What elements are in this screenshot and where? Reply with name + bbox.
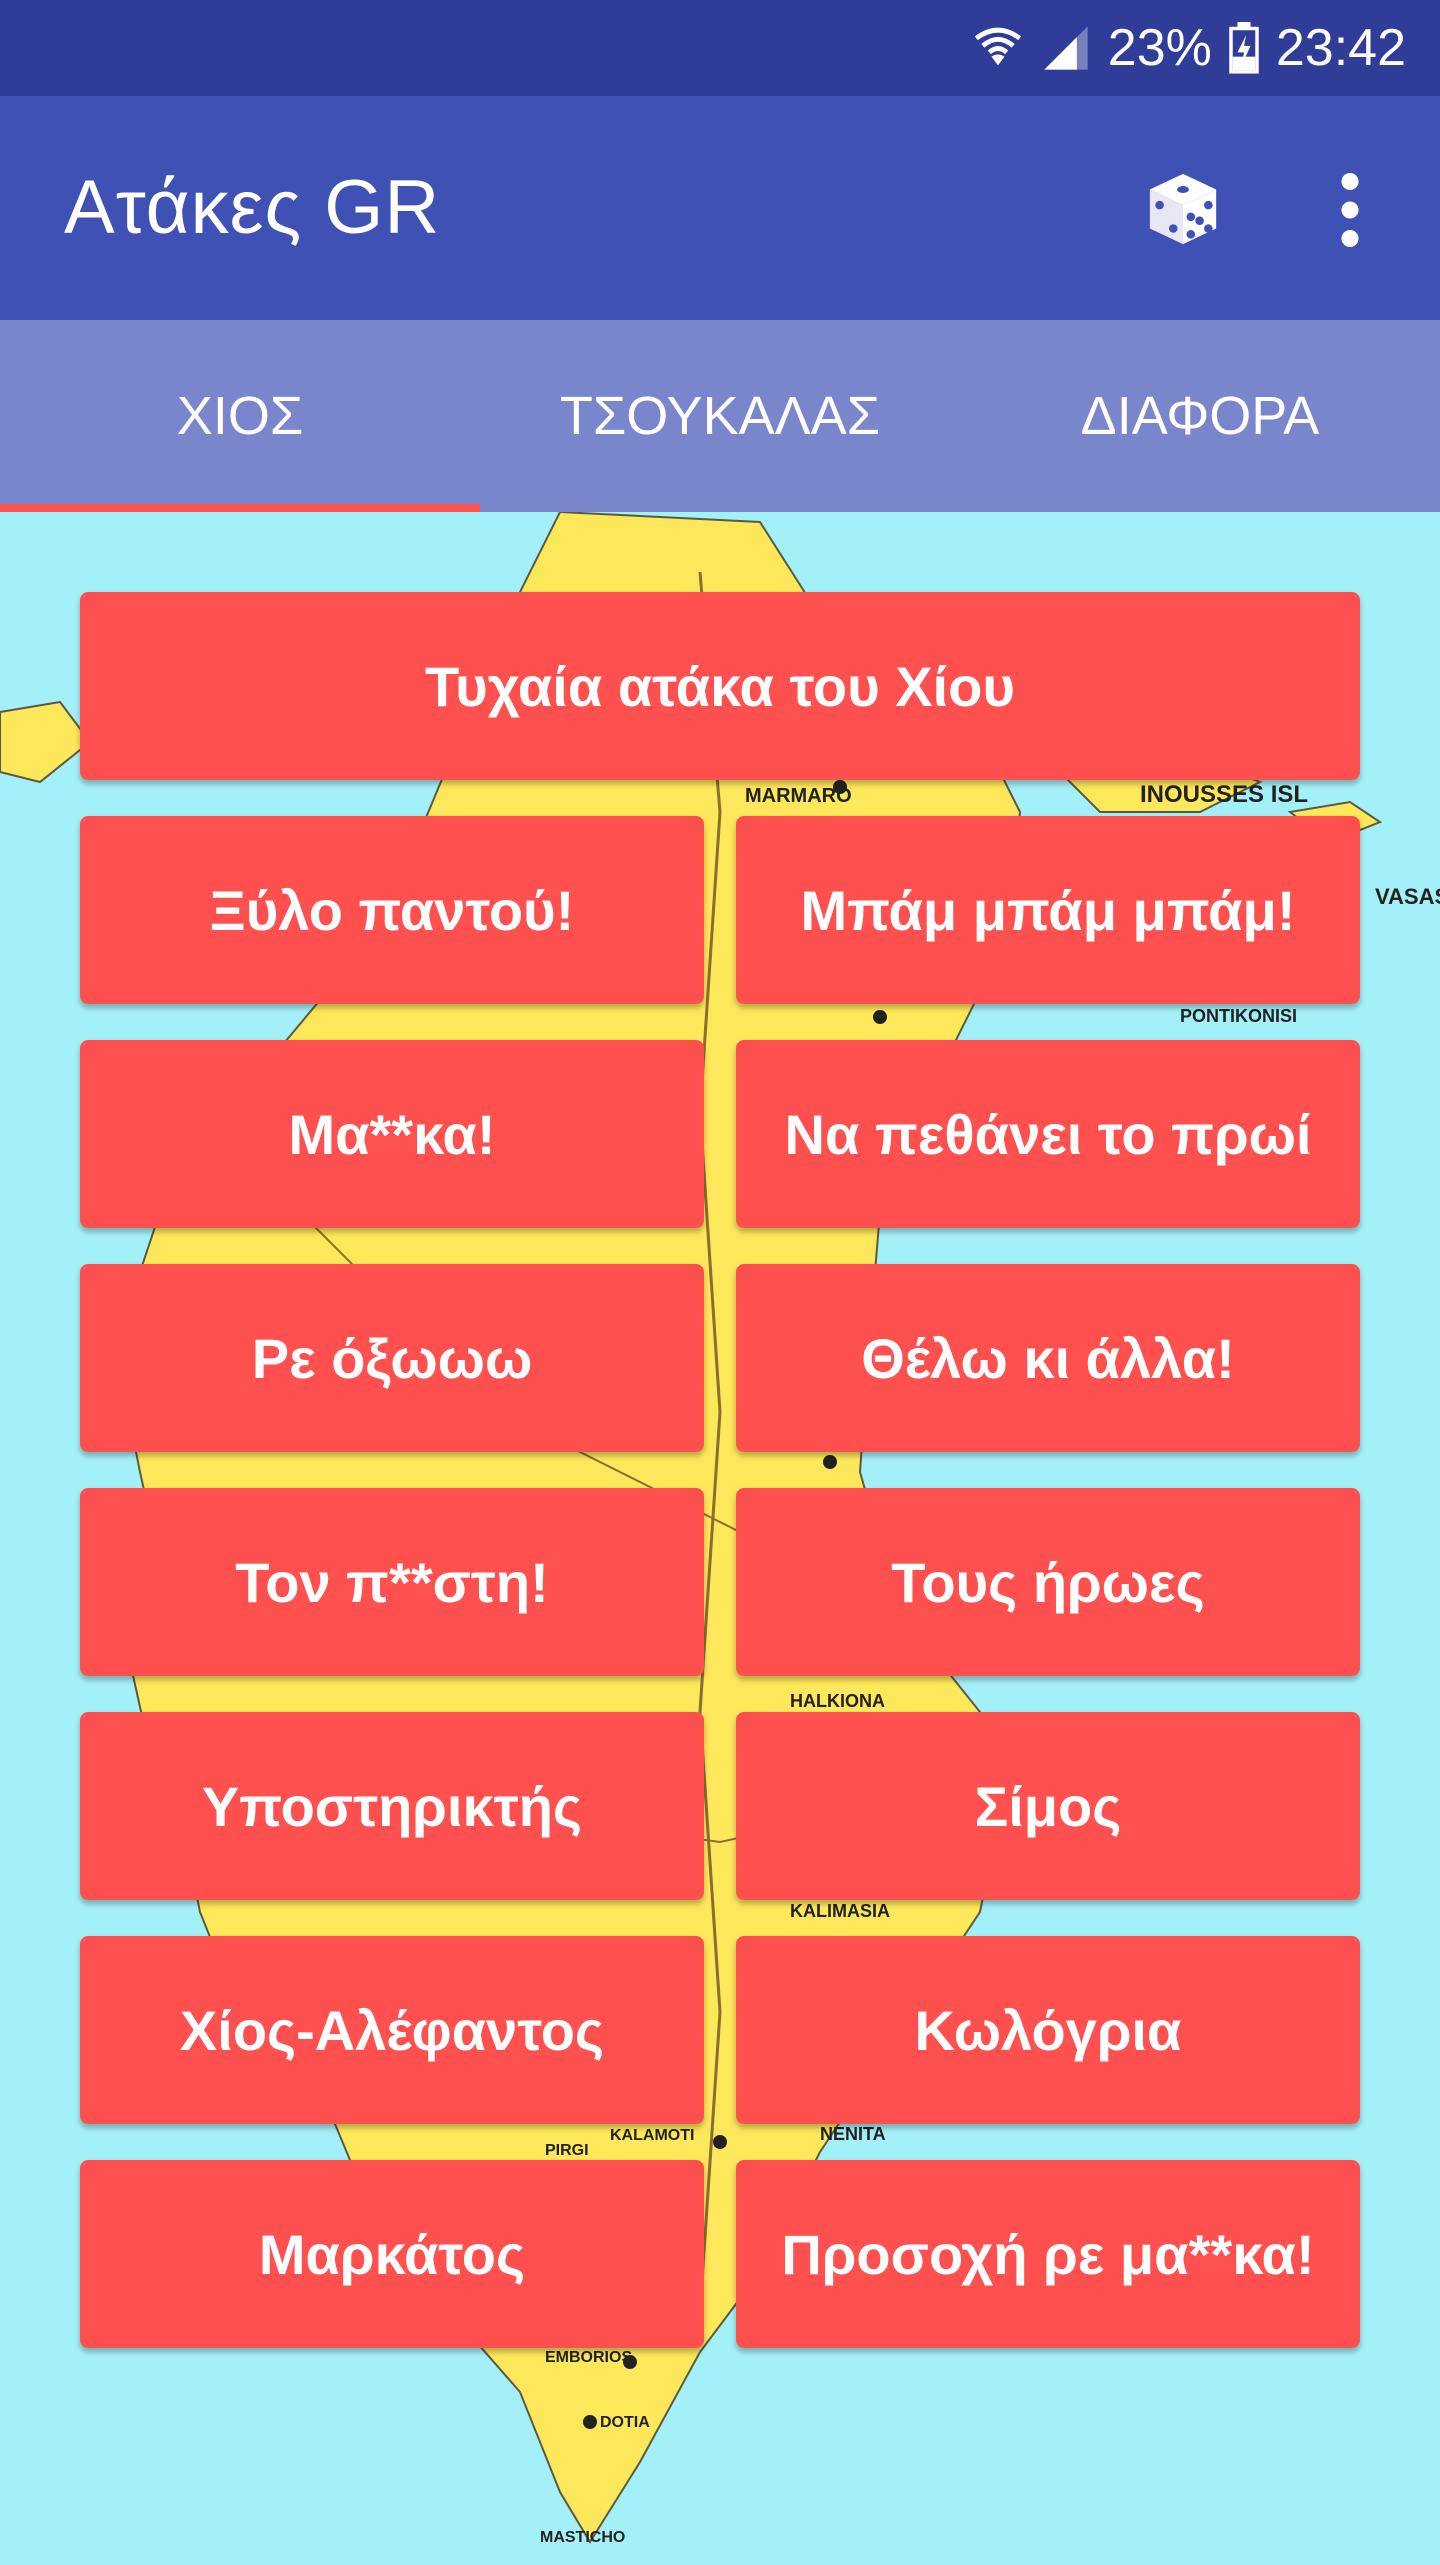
map-label: PIRGI — [545, 2142, 589, 2159]
map-label: NENITA — [820, 2124, 886, 2144]
signal-icon — [1044, 26, 1088, 70]
app-bar: Ατάκες GR — [0, 96, 1440, 320]
map-label: PONTIKONISI — [1180, 1006, 1297, 1026]
phrase-button[interactable]: Ξύλο παντού! — [80, 816, 704, 1004]
more-options-icon[interactable] — [1330, 172, 1370, 248]
map-label: EMBORIOS — [545, 2349, 632, 2366]
phrase-button[interactable]: Μα**κα! — [80, 1040, 704, 1228]
tab-diafora[interactable]: ΔΙΑΦΟΡΑ — [960, 320, 1440, 512]
tab-bar: ΧΙΟΣ ΤΣΟΥΚΑΛΑΣ ΔΙΑΦΟΡΑ — [0, 320, 1440, 512]
phrase-button[interactable]: Υποστηρικτής — [80, 1712, 704, 1900]
phrase-button[interactable]: Μαρκάτος — [80, 2160, 704, 2348]
clock: 23:42 — [1275, 19, 1406, 77]
map-label: MARMARO — [745, 785, 852, 807]
dice-icon[interactable] — [1144, 170, 1222, 248]
battery-charging-icon — [1229, 22, 1259, 74]
phrase-button[interactable]: Τον π**στη! — [80, 1488, 704, 1676]
tab-tsoukalas[interactable]: ΤΣΟΥΚΑΛΑΣ — [480, 320, 960, 512]
phrase-button[interactable]: Μπάμ μπάμ μπάμ! — [736, 816, 1360, 1004]
tab-chios[interactable]: ΧΙΟΣ — [0, 320, 480, 512]
app-title: Ατάκες GR — [64, 165, 441, 250]
map-label: KALAMOTI — [610, 2127, 694, 2144]
phrase-button[interactable]: Σίμος — [736, 1712, 1360, 1900]
map-label: HALKIONA — [790, 1691, 885, 1711]
map-label: KALIMASIA — [790, 1901, 890, 1921]
map-label: VASAS — [1375, 884, 1440, 909]
phrase-button[interactable]: Χίος-Αλέφαντος — [80, 1936, 704, 2124]
wifi-icon — [974, 27, 1021, 66]
map-label: DOTIA — [600, 2414, 650, 2431]
phrase-button[interactable]: Θέλω κι άλλα! — [736, 1264, 1360, 1452]
phrase-button[interactable]: Κωλόγρια — [736, 1936, 1360, 2124]
phrase-button[interactable]: Τους ήρωες — [736, 1488, 1360, 1676]
map-label: INOUSSES ISL — [1140, 781, 1308, 808]
phrase-button[interactable]: Προσοχή ρε μα**κα! — [736, 2160, 1360, 2348]
random-phrase-button[interactable]: Τυχαία ατάκα του Χίου — [80, 592, 1360, 780]
status-bar: 23% 23:42 — [0, 0, 1440, 96]
map-label: MASTICHO — [540, 2529, 625, 2546]
phrase-button[interactable]: Ρε όξωωω — [80, 1264, 704, 1452]
battery-percent: 23% — [1107, 19, 1212, 77]
phrase-button[interactable]: Να πεθάνει το πρωί — [736, 1040, 1360, 1228]
